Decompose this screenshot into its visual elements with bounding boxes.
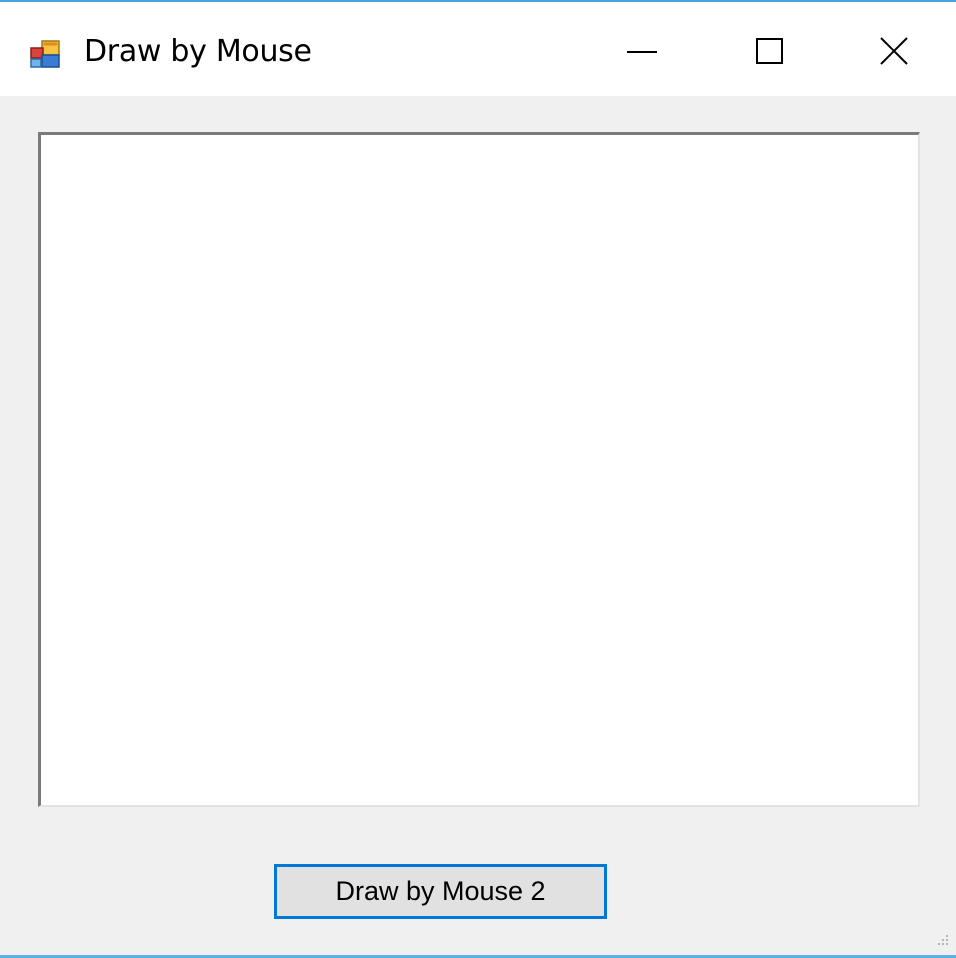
draw-by-mouse-2-label: Draw by Mouse 2: [335, 876, 546, 906]
maximize-icon: [755, 36, 785, 70]
minimize-button[interactable]: [612, 28, 672, 78]
draw-by-mouse-2-button[interactable]: Draw by Mouse 2: [274, 864, 607, 919]
title-bar[interactable]: Draw by Mouse: [0, 2, 956, 96]
minimize-icon: [627, 36, 657, 70]
windows-form-icon: [30, 40, 60, 68]
close-button[interactable]: [864, 28, 924, 78]
drawing-panel[interactable]: [38, 132, 920, 807]
maximize-button[interactable]: [740, 28, 800, 78]
close-icon: [879, 36, 909, 70]
resize-grip-icon[interactable]: [934, 933, 950, 949]
app-window: Draw by Mouse Draw by Mouse 2: [0, 0, 956, 958]
window-title: Draw by Mouse: [84, 34, 312, 69]
